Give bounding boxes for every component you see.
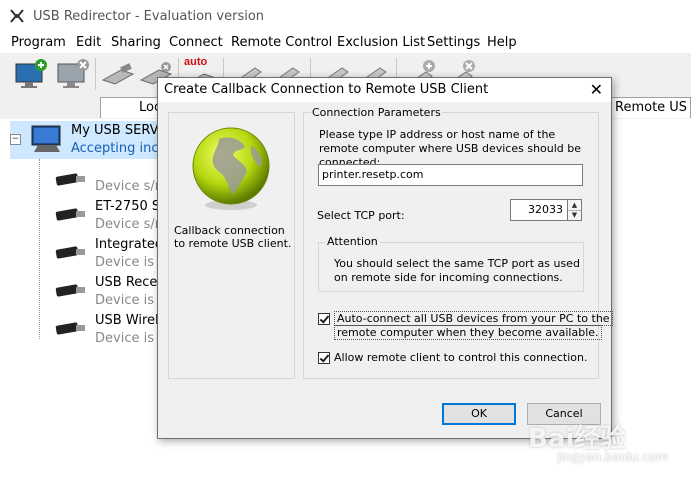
port-spinner: ▲ ▼: [568, 199, 582, 221]
device-status: Device is p: [95, 293, 167, 308]
ok-button[interactable]: OK: [442, 403, 516, 425]
menu-edit[interactable]: Edit: [76, 35, 101, 50]
usb-plug-icon: [55, 208, 85, 221]
connection-parameters-group: Connection Parameters Please type IP add…: [303, 106, 613, 379]
attention-text: You should select the same TCP port as u…: [334, 257, 580, 284]
usb-share-icon: [101, 63, 135, 85]
allow-control-checkbox[interactable]: [318, 352, 330, 364]
server-name: My USB SERVE: [71, 123, 167, 138]
globe-icon: [192, 127, 270, 210]
server-status: Accepting inco: [71, 141, 167, 156]
device-name[interactable]: USB Wirele: [95, 313, 167, 328]
menu-remote-control[interactable]: Remote Control: [231, 35, 332, 50]
baidu-watermark-url: jingyan.baidu.com: [557, 450, 668, 464]
menu-help[interactable]: Help: [487, 35, 517, 50]
dialog-title: Create Callback Connection to Remote USB…: [164, 82, 489, 97]
device-name[interactable]: Integrated: [95, 237, 163, 252]
menu-exclusion-list[interactable]: Exclusion List: [337, 35, 425, 50]
add-server-button[interactable]: [12, 56, 50, 92]
main-window: USB Redirector - Evaluation version Prog…: [0, 0, 691, 480]
info-panel: Callback connection to remote USB client…: [168, 112, 295, 379]
allow-control-label: Allow remote client to control this conn…: [334, 351, 588, 364]
autoconnect-label-line1: Auto-connect all USB devices from your P…: [334, 311, 613, 326]
menu-program[interactable]: Program: [11, 35, 66, 50]
usb-plug-icon: [55, 246, 85, 259]
autoconnect-checkbox[interactable]: [318, 313, 330, 325]
app-logo-icon: [10, 9, 24, 23]
share-button[interactable]: [99, 56, 137, 92]
toolbar-separator: [95, 58, 96, 90]
menu-sharing[interactable]: Sharing: [111, 35, 161, 50]
attention-group: Attention You should select the same TCP…: [318, 235, 584, 292]
usb-plug-icon: [55, 284, 85, 297]
menu-settings[interactable]: Settings: [427, 35, 480, 50]
port-input[interactable]: 32033: [510, 199, 568, 221]
monitor-remove-icon: [57, 59, 89, 88]
usb-plug-icon: [55, 173, 85, 186]
app-title: USB Redirector - Evaluation version: [33, 9, 265, 24]
collapse-toggle[interactable]: −: [10, 134, 21, 145]
spin-down-icon[interactable]: ▼: [568, 210, 581, 220]
attention-title: Attention: [325, 235, 380, 248]
monitor-add-icon: [15, 59, 47, 88]
group-title: Connection Parameters: [311, 106, 442, 119]
title-bar: USB Redirector - Evaluation version: [0, 0, 691, 32]
callback-connection-dialog: Create Callback Connection to Remote USB…: [157, 77, 613, 439]
menu-connect[interactable]: Connect: [169, 35, 223, 50]
computer-icon: [31, 125, 61, 152]
device-status: Device is p: [95, 255, 167, 270]
autoconnect-label-line2: remote computer when they become availab…: [334, 325, 602, 340]
host-input[interactable]: printer.resetp.com: [318, 164, 583, 186]
tab-remote-usb[interactable]: Remote US: [608, 97, 691, 118]
auto-label: auto: [184, 56, 208, 68]
device-status: Device is p: [95, 331, 167, 346]
close-icon[interactable]: ✕: [590, 80, 603, 99]
dialog-title-bar: Create Callback Connection to Remote USB…: [158, 78, 611, 102]
tree-connector: [39, 159, 40, 339]
left-caption: Callback connection to remote USB client…: [174, 224, 292, 250]
remove-server-button[interactable]: [54, 56, 92, 92]
port-label: Select TCP port:: [317, 209, 405, 222]
tab-label: Remote US: [615, 100, 688, 115]
autoconnect-label: Auto-connect all USB devices from your P…: [334, 311, 613, 340]
usb-plug-icon: [55, 322, 85, 335]
menu-bar: Program Edit Sharing Connect Remote Cont…: [0, 32, 691, 53]
